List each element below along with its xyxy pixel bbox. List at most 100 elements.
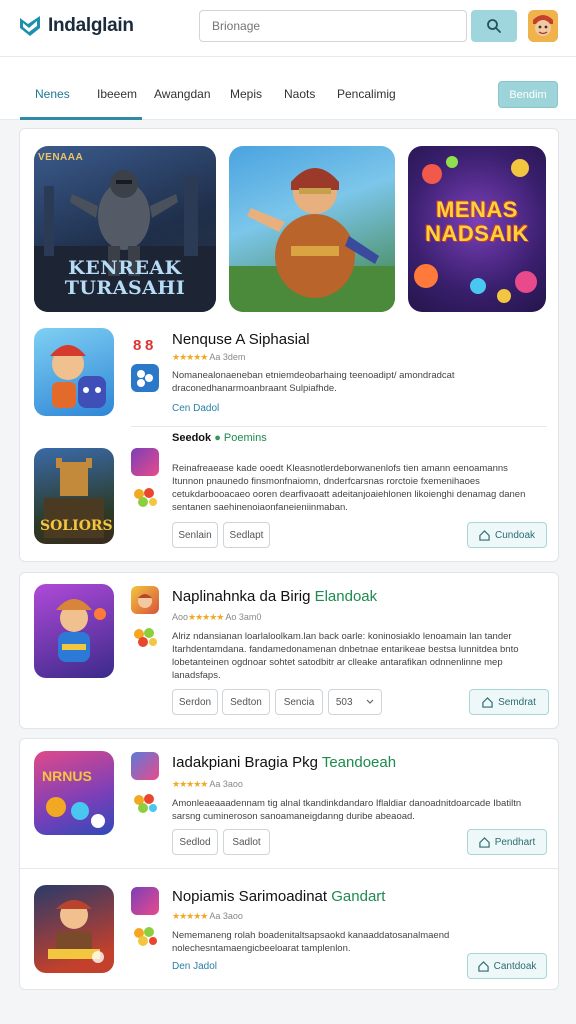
nav-tab-6[interactable]: Pencalimig <box>337 87 396 101</box>
download-button-4[interactable]: Cantdoak <box>467 953 547 979</box>
nav-tab-1[interactable]: Nenes <box>35 87 70 101</box>
title-text: Nopiamis Sarimoadinat <box>172 888 328 905</box>
avatar-character-icon <box>528 10 558 42</box>
app-link-5[interactable]: Den Jadol <box>172 961 217 972</box>
flower-badge-icon <box>134 488 157 507</box>
search-button[interactable] <box>471 10 517 42</box>
download-label: Cantdoak <box>493 960 537 972</box>
rating-text: Aa 3dem <box>209 352 246 362</box>
divider <box>20 868 558 869</box>
category-nav: Nenes Ibeeem Awangdan Mepis Naots Pencal… <box>0 56 576 120</box>
banner-corner-label: VENAAA <box>38 152 84 163</box>
tag-2[interactable]: Sedton <box>222 689 270 715</box>
character-icon <box>50 345 106 408</box>
banner-game-3[interactable]: MENAS NADSAIK <box>408 146 546 312</box>
svg-text:8: 8 <box>145 337 153 354</box>
app-title-1[interactable]: Nenquse A Siphasial <box>172 331 310 348</box>
app-title-2[interactable]: Seedok ● Poemins <box>172 432 267 444</box>
download-button-3[interactable]: Pendhart <box>467 829 547 855</box>
app-icon-4[interactable]: NRNUS <box>34 751 114 835</box>
user-avatar[interactable] <box>528 10 558 42</box>
banner-game-2[interactable] <box>229 146 395 312</box>
rating-stars-icon: ★★★★★ <box>172 911 208 921</box>
rating-stars-icon: ★★★★★ <box>172 779 208 789</box>
app-header: Indalglain <box>0 0 576 56</box>
nav-tab-5[interactable]: Naots <box>284 87 315 101</box>
app-desc-1: Nomanealonaeneban etniemdeobarhaing teen… <box>172 370 455 394</box>
flower-badge-icon <box>134 628 157 647</box>
rating-text: Aa 3aoo <box>209 911 243 921</box>
version-select[interactable]: 503 <box>328 689 382 715</box>
tag-2[interactable]: Sadlot <box>223 829 270 855</box>
app-icon-3[interactable] <box>34 584 114 678</box>
app-icon-2[interactable]: SOLIORS <box>34 448 114 544</box>
app-icon-5[interactable] <box>34 885 114 973</box>
tag-1[interactable]: Sedlod <box>172 829 218 855</box>
home-icon <box>477 960 489 972</box>
chevron-down-icon <box>366 699 374 704</box>
app-icon-1[interactable] <box>34 328 114 416</box>
title-highlight: Poemins <box>223 432 267 444</box>
download-label: Cundoak <box>494 529 536 541</box>
nav-action-button[interactable]: Bendim <box>498 81 558 108</box>
tag-1[interactable]: Senlain <box>172 522 218 548</box>
search-icon <box>487 19 501 33</box>
svg-text:SOLIORS: SOLIORS <box>40 518 113 534</box>
active-tab-indicator <box>20 117 142 120</box>
nav-tab-3[interactable]: Awangdan <box>154 87 211 101</box>
app-logo-icon[interactable] <box>18 14 42 38</box>
home-icon <box>482 696 493 708</box>
nav-tab-2[interactable]: Ibeeem <box>97 87 137 101</box>
app-rating-1: ★★★★★ Aa 3dem <box>172 352 245 363</box>
tag-3[interactable]: Sencia <box>275 689 323 715</box>
divider <box>131 426 547 427</box>
download-label: Pendhart <box>494 836 536 848</box>
rating-text: Aa 3aoo <box>209 779 243 789</box>
banner-title-3: MENAS NADSAIK <box>425 197 529 246</box>
rating-prefix: Aoo <box>172 612 189 622</box>
version-value: 503 <box>335 696 353 708</box>
app-rating-4: ★★★★★ Aa 3aoo <box>172 779 243 790</box>
banner-game-1[interactable]: VENAAA KENREAK TURASAHI <box>34 146 216 312</box>
app-desc-3: Alriz ndansianan loarlaloolkam.lan back … <box>172 631 519 681</box>
nav-tab-4[interactable]: Mepis <box>230 87 262 101</box>
badge-icon-orange <box>131 586 159 614</box>
app-desc-2: Reinafreaease kade ooedt Kleasnotlerdebo… <box>172 463 526 513</box>
title-highlight: Teandoeah <box>321 754 397 771</box>
verified-dot-icon: ● <box>214 432 221 444</box>
app-rating-3: Aoo★★★★★ Ao 3am0 <box>172 612 261 623</box>
app-link-1[interactable]: Cen Dadol <box>172 403 219 414</box>
download-button-2[interactable]: Semdrat <box>469 689 549 715</box>
puzzle-icon: NRNUS <box>42 768 105 828</box>
app-desc-5: Nememaneng rolah boadenitaltsapsaokd kan… <box>172 930 450 954</box>
rating-stars-icon: ★★★★★ <box>172 352 208 362</box>
download-button-1[interactable]: Cundoak <box>467 522 547 548</box>
svg-text:NRNUS: NRNUS <box>42 768 92 784</box>
title-text: Naplinahnka da Birig <box>172 588 311 605</box>
download-label: Semdrat <box>498 696 536 708</box>
flower-badge-icon <box>134 794 157 813</box>
app-title-3[interactable]: Naplinahnka da Birig Elandoak <box>172 588 377 605</box>
warrior-icon <box>56 599 106 662</box>
badge-icon-purple <box>131 887 159 915</box>
badge-icon-purple <box>131 448 159 476</box>
tag-1[interactable]: Serdon <box>172 689 218 715</box>
tag-2[interactable]: Sedlapt <box>223 522 270 548</box>
badge-icon-gradient <box>131 752 159 780</box>
pirate-icon <box>48 900 104 963</box>
title-text: Iadakpiani Bragia Pkg <box>172 754 318 771</box>
app-title-5[interactable]: Nopiamis Sarimoadinat Gandart <box>172 888 385 905</box>
title-text: Seedok <box>172 432 212 444</box>
badge-icon-red: 88 <box>131 330 159 358</box>
home-icon <box>479 529 490 541</box>
flower-badge-icon <box>134 927 157 946</box>
home-icon <box>479 836 490 848</box>
brand-title: Indalglain <box>48 15 134 36</box>
search-input[interactable] <box>199 10 467 42</box>
rating-text: Ao 3am0 <box>225 612 262 622</box>
rating-stars-icon: ★★★★★ <box>188 612 224 622</box>
title-highlight: Elandoak <box>314 588 378 605</box>
title-highlight: Gandart <box>331 888 386 905</box>
app-title-4[interactable]: Iadakpiani Bragia Pkg Teandoeah <box>172 754 396 771</box>
svg-text:8: 8 <box>133 337 141 354</box>
